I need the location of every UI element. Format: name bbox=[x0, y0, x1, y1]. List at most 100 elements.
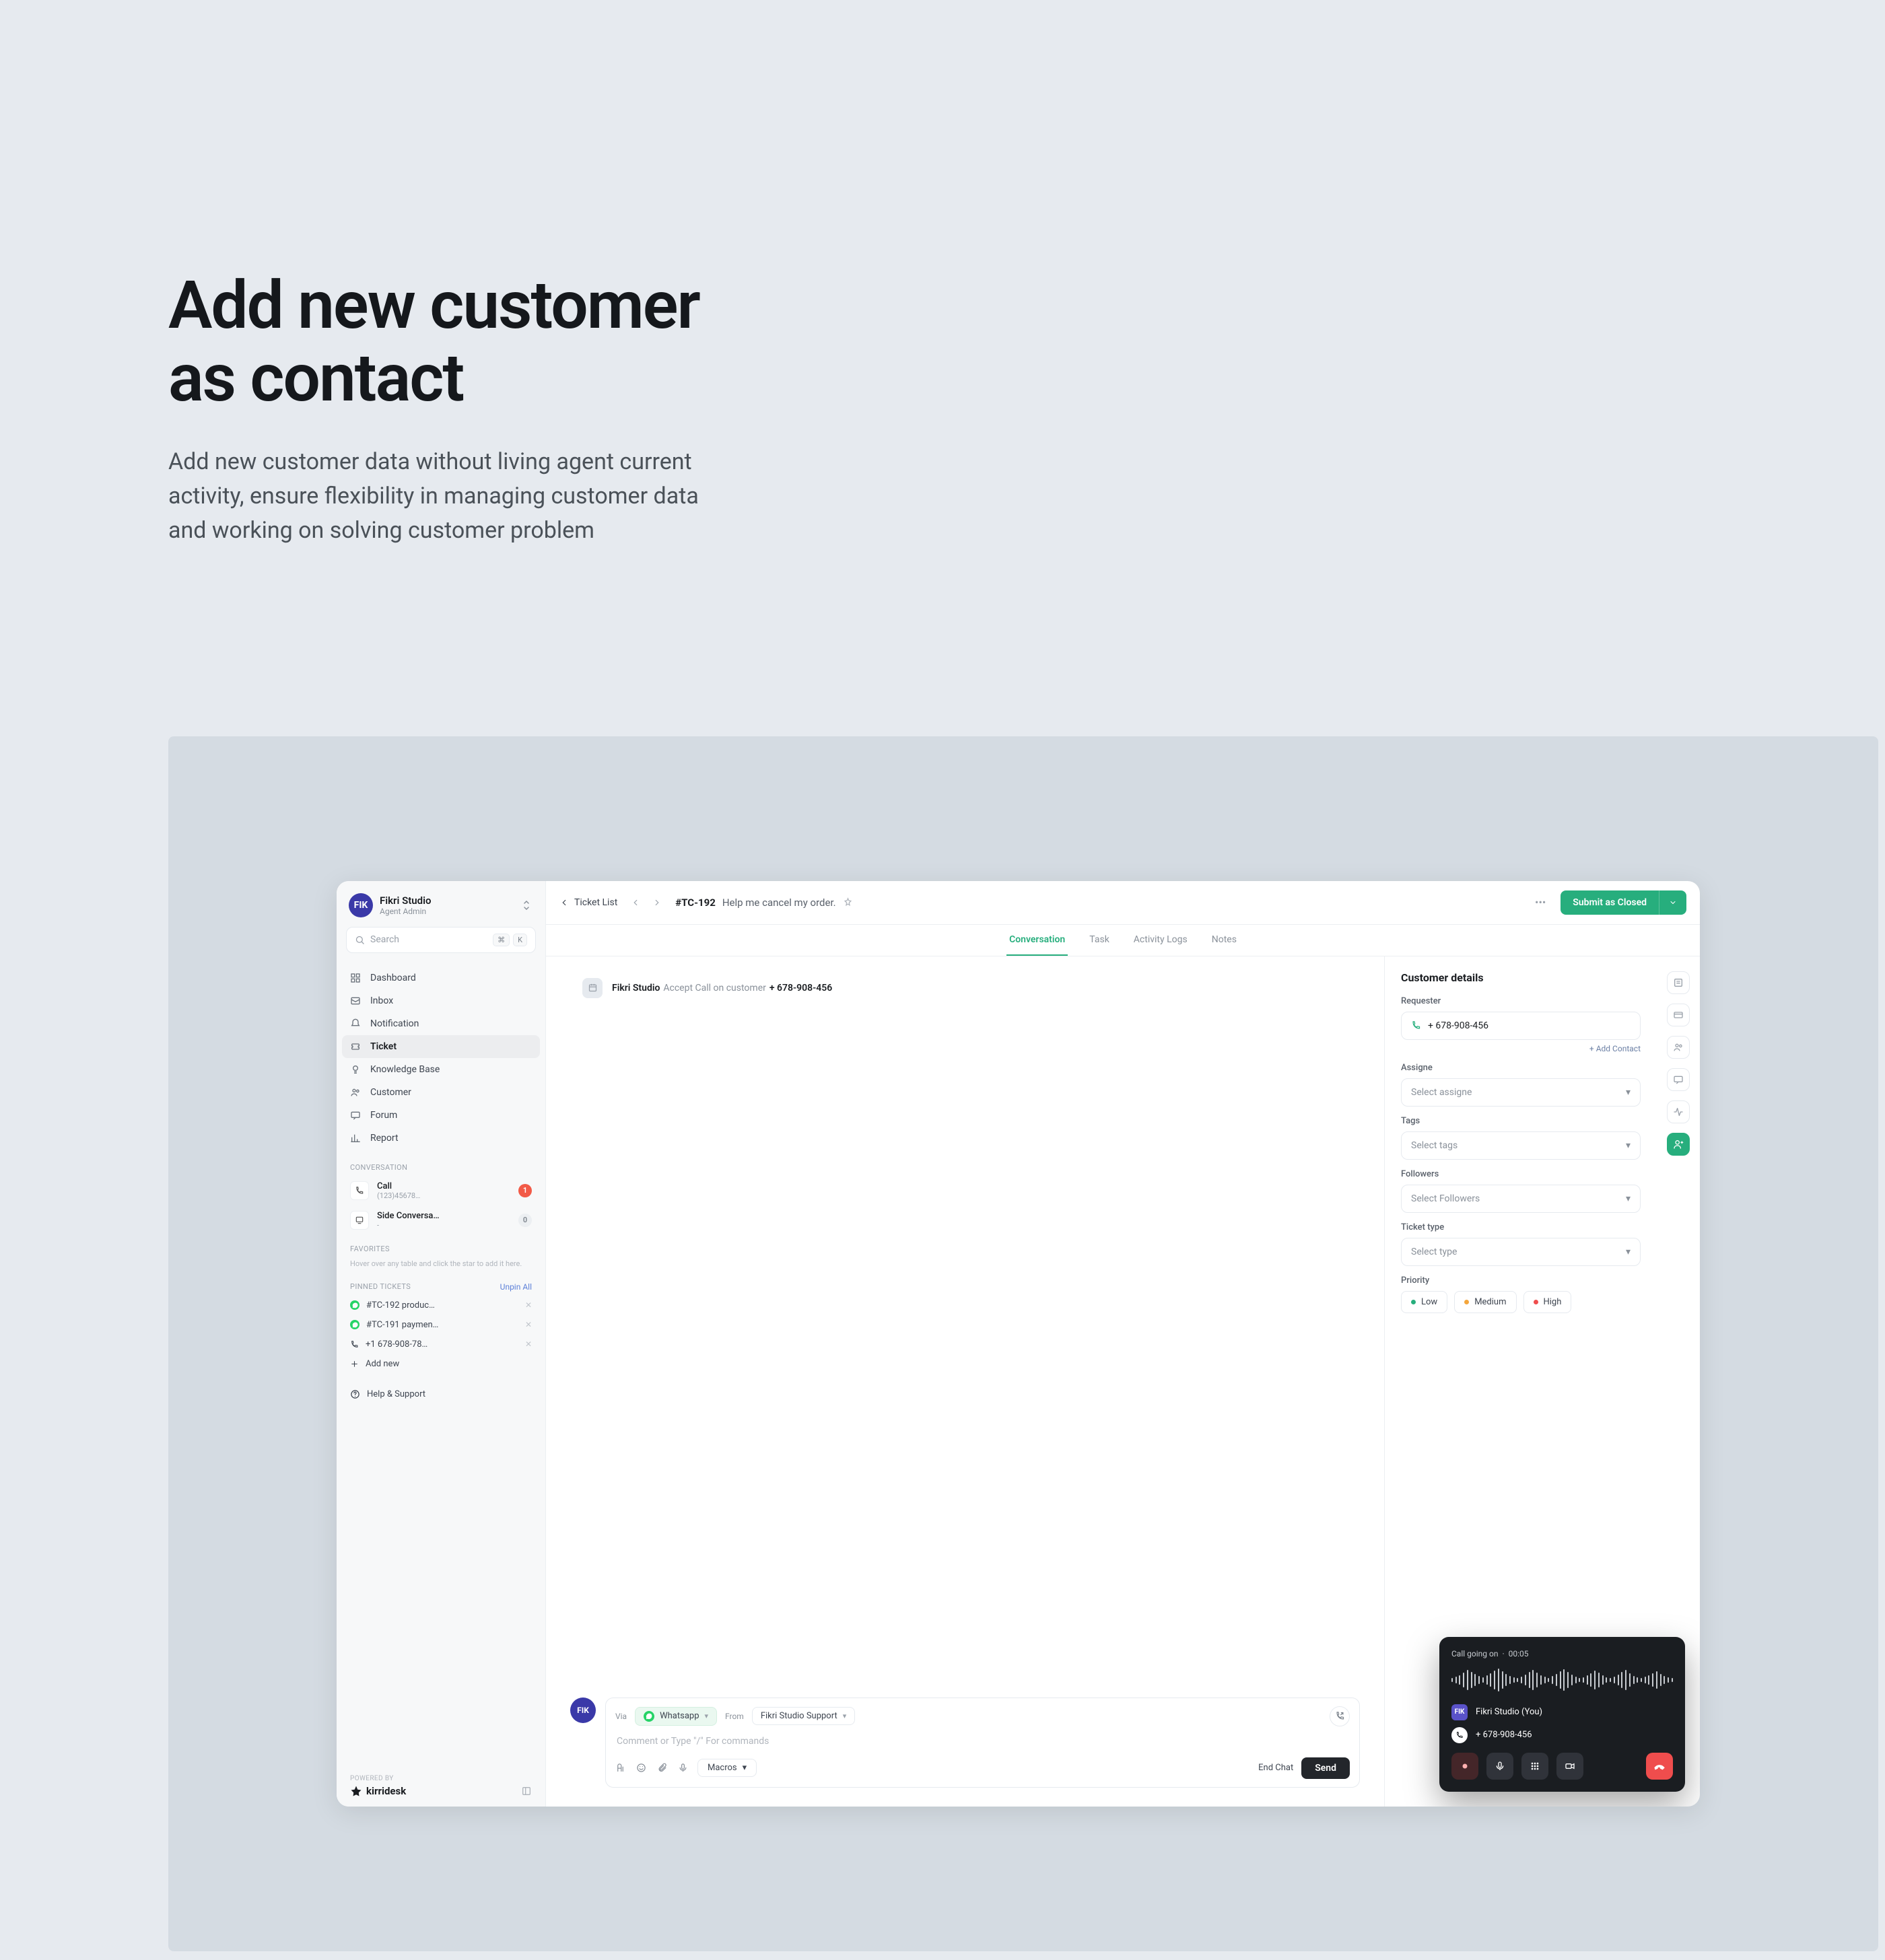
attachment-icon[interactable] bbox=[657, 1763, 667, 1773]
next-ticket-button[interactable] bbox=[648, 894, 666, 911]
from-selector[interactable]: Fikri Studio Support ▾ bbox=[752, 1707, 855, 1725]
record-button[interactable] bbox=[1451, 1753, 1478, 1780]
chevron-down-icon: ▾ bbox=[1626, 1247, 1631, 1257]
priority-label: Priority bbox=[1401, 1275, 1641, 1286]
priority-medium[interactable]: Medium bbox=[1454, 1291, 1516, 1313]
pinned-ticket-1[interactable]: #TC-192 produc… ✕ bbox=[337, 1296, 545, 1315]
ticket-tabs: Conversation Task Activity Logs Notes bbox=[546, 925, 1700, 956]
audio-waveform bbox=[1451, 1667, 1673, 1693]
nav-ticket[interactable]: Ticket bbox=[342, 1035, 540, 1058]
search-shortcut: ⌘K bbox=[493, 934, 527, 946]
chevron-down-icon: ▾ bbox=[1626, 1087, 1631, 1098]
dot-icon bbox=[1464, 1300, 1469, 1304]
nav-forum[interactable]: Forum bbox=[342, 1104, 540, 1127]
tab-task[interactable]: Task bbox=[1087, 925, 1112, 956]
sidebar: FIK Fikri Studio Agent Admin Search bbox=[337, 881, 546, 1807]
hangup-button[interactable] bbox=[1646, 1753, 1673, 1780]
conversation-section-label: CONVERSATION bbox=[337, 1154, 545, 1176]
chevron-down-icon: ▾ bbox=[705, 1712, 709, 1720]
nav-notification[interactable]: Notification bbox=[342, 1012, 540, 1035]
rail-chat-icon[interactable] bbox=[1667, 1068, 1690, 1091]
pin-icon: ✕ bbox=[525, 1339, 532, 1349]
submit-dropdown[interactable] bbox=[1659, 890, 1686, 915]
search-icon bbox=[355, 935, 365, 945]
followers-label: Followers bbox=[1401, 1169, 1641, 1179]
mute-button[interactable] bbox=[1486, 1753, 1513, 1780]
rail-add-contact-button[interactable] bbox=[1667, 1133, 1690, 1156]
tags-select[interactable]: Select tags ▾ bbox=[1401, 1131, 1641, 1160]
video-button[interactable] bbox=[1556, 1753, 1583, 1780]
ticket-type-select[interactable]: Select type ▾ bbox=[1401, 1238, 1641, 1266]
rail-contacts-icon[interactable] bbox=[1667, 1036, 1690, 1059]
calendar-icon bbox=[582, 978, 603, 998]
users-icon bbox=[350, 1087, 362, 1098]
whatsapp-icon bbox=[350, 1300, 359, 1310]
org-switcher[interactable] bbox=[520, 897, 533, 913]
favorites-section-label: FAVORITES bbox=[337, 1235, 545, 1257]
followers-select[interactable]: Select Followers ▾ bbox=[1401, 1185, 1641, 1213]
nav-report[interactable]: Report bbox=[342, 1127, 540, 1150]
pinned-ticket-2[interactable]: #TC-191 paymen… ✕ bbox=[337, 1315, 545, 1335]
pin-ticket-button[interactable] bbox=[843, 897, 853, 907]
add-new-pin[interactable]: Add new bbox=[337, 1354, 545, 1374]
microphone-icon[interactable] bbox=[678, 1763, 688, 1773]
topbar: Ticket List #TC-192 Help me cancel my or… bbox=[546, 881, 1700, 925]
pin-icon: ✕ bbox=[525, 1320, 532, 1329]
add-contact-button[interactable]: + Add Contact bbox=[1401, 1044, 1641, 1053]
ticket-more-menu[interactable]: ••• bbox=[1530, 893, 1551, 911]
phone-icon bbox=[350, 1340, 359, 1349]
tab-activity-logs[interactable]: Activity Logs bbox=[1131, 925, 1190, 956]
text-format-icon[interactable] bbox=[615, 1763, 625, 1773]
whatsapp-icon bbox=[350, 1320, 359, 1329]
call-popup: Call going on · 00:05 FIK Fikri Studio (… bbox=[1439, 1637, 1685, 1792]
org-logo: FIK bbox=[349, 893, 373, 917]
macros-dropdown[interactable]: Macros ▾ bbox=[697, 1759, 757, 1777]
call-timer: 00:05 bbox=[1509, 1649, 1529, 1658]
tab-notes[interactable]: Notes bbox=[1209, 925, 1239, 956]
pinned-ticket-3[interactable]: +1 678-908-78… ✕ bbox=[337, 1335, 545, 1354]
priority-low[interactable]: Low bbox=[1401, 1291, 1447, 1313]
dialpad-button[interactable] bbox=[1521, 1753, 1548, 1780]
ticket-icon bbox=[350, 1041, 362, 1052]
end-chat-button[interactable]: End Chat bbox=[1258, 1763, 1293, 1773]
app-window: FIK Fikri Studio Agent Admin Search bbox=[337, 881, 1700, 1807]
emoji-icon[interactable] bbox=[636, 1763, 646, 1773]
nav-knowledge-base[interactable]: Knowledge Base bbox=[342, 1058, 540, 1081]
priority-high[interactable]: High bbox=[1523, 1291, 1572, 1313]
rail-activity-icon[interactable] bbox=[1667, 1100, 1690, 1123]
prev-ticket-button[interactable] bbox=[627, 894, 644, 911]
hero-title-line1: Add new customer bbox=[168, 267, 699, 344]
bell-icon bbox=[350, 1018, 362, 1029]
search-input[interactable]: Search ⌘K bbox=[346, 927, 536, 953]
back-to-ticket-list[interactable]: Ticket List bbox=[559, 897, 617, 908]
submit-as-closed-button[interactable]: Submit as Closed bbox=[1561, 890, 1686, 915]
nav-inbox[interactable]: Inbox bbox=[342, 989, 540, 1012]
tab-conversation[interactable]: Conversation bbox=[1006, 925, 1068, 956]
transfer-call-button[interactable] bbox=[1330, 1706, 1350, 1726]
favorites-hint: Hover over any table and click the star … bbox=[337, 1257, 545, 1275]
nav-dashboard[interactable]: Dashboard bbox=[342, 967, 540, 989]
org-role: Agent Admin bbox=[380, 907, 513, 916]
details-title: Customer details bbox=[1401, 971, 1641, 984]
assigne-select[interactable]: Select assigne ▾ bbox=[1401, 1078, 1641, 1107]
channel-selector[interactable]: Whatsapp ▾ bbox=[635, 1707, 717, 1726]
pin-icon: ✕ bbox=[525, 1300, 532, 1310]
requester-phone[interactable]: + 678-908-456 bbox=[1401, 1012, 1641, 1040]
help-support-link[interactable]: Help & Support bbox=[337, 1385, 545, 1404]
side-conv-badge: 0 bbox=[518, 1214, 532, 1227]
dot-icon bbox=[1411, 1300, 1416, 1304]
conversation-side[interactable]: Side Conversa… - 0 bbox=[337, 1205, 545, 1235]
powered-by-label: POWERED BY bbox=[350, 1775, 532, 1782]
hero-description: Add new customer data without living age… bbox=[168, 445, 707, 548]
send-button[interactable]: Send bbox=[1301, 1757, 1350, 1779]
chevron-down-icon: ▾ bbox=[1626, 1140, 1631, 1151]
ticket-type-label: Ticket type bbox=[1401, 1222, 1641, 1232]
collapse-sidebar-icon[interactable] bbox=[521, 1786, 532, 1796]
chat-icon bbox=[350, 1110, 362, 1121]
composer-input[interactable]: Comment or Type "/" For commands bbox=[615, 1733, 1350, 1757]
rail-card-icon[interactable] bbox=[1667, 1004, 1690, 1026]
rail-details-icon[interactable] bbox=[1667, 971, 1690, 994]
nav-customer[interactable]: Customer bbox=[342, 1081, 540, 1104]
unpin-all-button[interactable]: Unpin All bbox=[500, 1282, 532, 1292]
conversation-call[interactable]: Call (123)45678… 1 bbox=[337, 1176, 545, 1205]
